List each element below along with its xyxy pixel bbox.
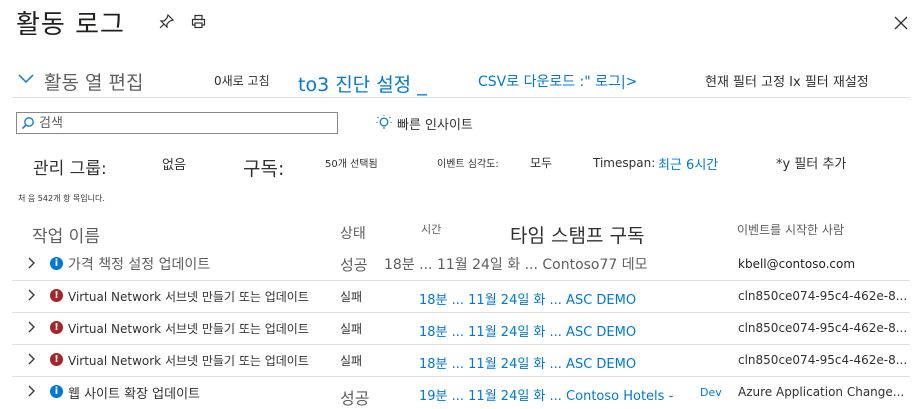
time-value[interactable]: 18분 ... 11월 24일 화 ... ASC DEMO	[419, 321, 636, 340]
search-input[interactable]	[39, 114, 329, 132]
error-icon: !	[50, 321, 63, 334]
table-row[interactable]: ! Virtual Network 서브넷 만들기 또는 업데이트 실패 18분…	[12, 312, 910, 345]
pin-icon[interactable]	[159, 14, 174, 29]
table-row[interactable]: i 가격 책정 설정 업데이트 성공 18분 ... 11월 24일 화 ...…	[12, 248, 910, 281]
table-row[interactable]: i 웹 사이트 확장 업데이트 성공 19분 ... 11월 24일 화 ...…	[12, 376, 910, 408]
status-value: 실패	[340, 322, 363, 336]
time-suffix[interactable]: Dev	[700, 386, 722, 399]
chevron-right-icon[interactable]	[28, 385, 36, 397]
status-value: 성공	[340, 256, 368, 274]
operation-name[interactable]: 웹 사이트 확장 업데이트	[68, 383, 200, 402]
status-value: 실패	[340, 290, 363, 304]
time-value[interactable]: 18분 ... 11월 24일 화 ... ASC DEMO	[419, 353, 636, 372]
status-value: 성공	[340, 389, 370, 408]
initiated-by-value: cln850ce074-95c4-462e-8...	[738, 321, 908, 335]
time-value[interactable]: 18분 ... 11월 24일 화 ... ASC DEMO	[419, 289, 636, 308]
timespan-label: Timespan:	[593, 156, 656, 170]
col-header-status[interactable]: 상태	[340, 223, 366, 243]
print-icon[interactable]	[191, 14, 206, 29]
initiated-by-value: kbell@contoso.com	[738, 257, 856, 271]
col-header-timestamp-subscription[interactable]: 타임 스탬프 구독	[510, 221, 644, 248]
col-header-operation[interactable]: 작업 이름	[32, 222, 100, 247]
chevron-right-icon[interactable]	[28, 353, 36, 365]
initiated-by-value: cln850ce074-95c4-462e-8...	[738, 353, 908, 367]
mgmt-group-label: 관리 그룹:	[33, 159, 107, 179]
error-icon: !	[50, 353, 63, 366]
chevron-down-icon[interactable]	[18, 74, 34, 84]
status-value: 실패	[340, 354, 363, 368]
time-value: 18분 ... 11월 24일 화 ... Contoso77 데모	[384, 257, 648, 273]
severity-label: 이벤트 심각도:	[437, 159, 499, 170]
time-value[interactable]: 19분 ... 11월 24일 화 ... Contoso Hotels -	[419, 385, 673, 404]
diagnostic-settings-button[interactable]: to3 진단 설정 _	[298, 70, 427, 97]
initiated-by-value: cln850ce074-95c4-462e-8...	[738, 289, 908, 303]
table-row[interactable]: ! Virtual Network 서브넷 만들기 또는 업데이트 실패 18분…	[12, 280, 910, 313]
chevron-right-icon[interactable]	[28, 257, 36, 269]
refresh-button[interactable]: 0새로 고침	[214, 72, 270, 89]
chevron-right-icon[interactable]	[28, 289, 36, 301]
subscription-filter[interactable]: 50개 선택됨	[325, 155, 378, 170]
table-row[interactable]: ! Virtual Network 서브넷 만들기 또는 업데이트 실패 18분…	[12, 344, 910, 377]
col-header-initiated-by[interactable]: 이벤트를 시작한 사람	[737, 221, 844, 238]
error-icon: !	[50, 289, 63, 302]
toolbar-divider	[12, 97, 910, 98]
edit-columns-button[interactable]: 활동 열 편집	[44, 68, 143, 95]
mgmt-group-filter[interactable]: 없음	[162, 154, 186, 173]
operation-name[interactable]: 가격 책정 설정 업데이트	[68, 254, 210, 274]
pin-filter-button[interactable]: 현재 필터 고정 Ix 필터 재설정	[705, 71, 869, 90]
info-icon: i	[50, 257, 63, 270]
search-box[interactable]	[16, 112, 338, 134]
severity-filter[interactable]: 모두	[530, 154, 552, 171]
add-filter-button[interactable]: *y 필터 추가	[776, 153, 846, 172]
page-title: 활동 로그	[16, 10, 125, 40]
subscription-label: 구독:	[243, 158, 285, 180]
lightbulb-icon	[376, 115, 392, 131]
search-icon	[21, 116, 35, 130]
col-header-time[interactable]: 시간	[421, 221, 441, 237]
chevron-right-icon[interactable]	[28, 321, 36, 333]
initiated-by-value: Azure Application Change...	[738, 385, 905, 399]
info-icon: i	[50, 385, 63, 398]
timespan-filter[interactable]: 최근 6시간	[658, 154, 718, 173]
quick-insights-button[interactable]: 빠른 인사이트	[397, 114, 473, 133]
operation-name[interactable]: Virtual Network 서브넷 만들기 또는 업데이트	[68, 352, 309, 369]
operation-name[interactable]: Virtual Network 서브넷 만들기 또는 업데이트	[68, 288, 309, 305]
close-icon[interactable]	[894, 16, 908, 30]
result-count: 처 음 542개 항 목입니다.	[18, 194, 105, 203]
operation-name[interactable]: Virtual Network 서브넷 만들기 또는 업데이트	[68, 320, 309, 337]
download-csv-button[interactable]: CSV로 다운로드 :" 로그|>	[478, 71, 637, 91]
